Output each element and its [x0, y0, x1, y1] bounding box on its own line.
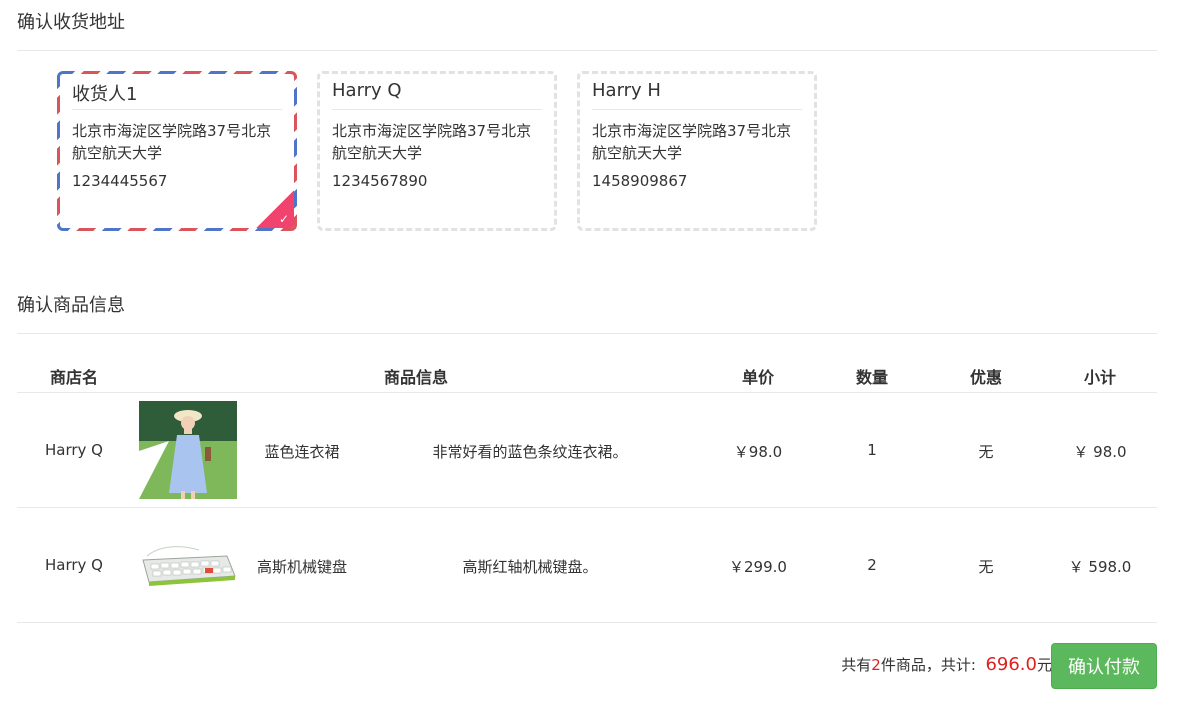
row-subtotal: ￥ 98.0 [1073, 443, 1127, 461]
row-discount: 无 [978, 558, 994, 576]
address-text: 北京市海淀区学院路37号北京航空航天大学 [332, 122, 532, 162]
header-qty: 数量 [855, 368, 888, 387]
divider [17, 392, 1157, 393]
divider [72, 109, 282, 110]
row-subtotal: ￥ 598.0 [1068, 558, 1132, 576]
row-qty: 1 [867, 441, 877, 459]
address-name: 收货人1 [72, 84, 138, 105]
divider [17, 333, 1157, 334]
summary-middle: 件商品，共计: [880, 656, 976, 674]
address-text: 北京市海淀区学院路37号北京航空航天大学 [72, 122, 272, 162]
check-icon: ✓ [278, 212, 289, 226]
total-amount: 696.0 [985, 654, 1037, 675]
goods-section-title: 确认商品信息 [17, 295, 125, 316]
address-phone: 1234445567 [72, 172, 168, 190]
row-price: ￥98.0 [733, 443, 783, 461]
address-card-2[interactable]: Harry Q 北京市海淀区学院路37号北京航空航天大学 1234567890 [317, 71, 557, 231]
row-qty: 2 [867, 556, 877, 574]
row-discount: 无 [978, 443, 994, 461]
header-discount: 优惠 [969, 368, 1002, 387]
address-text: 北京市海淀区学院路37号北京航空航天大学 [592, 122, 792, 162]
keyboard-image[interactable] [139, 516, 237, 614]
header-shop: 商店名 [49, 368, 98, 387]
row-product-name[interactable]: 高斯机械键盘 [247, 556, 357, 577]
divider [17, 507, 1157, 508]
row-product-name[interactable]: 蓝色连衣裙 [247, 441, 357, 462]
address-card-3[interactable]: Harry H 北京市海淀区学院路37号北京航空航天大学 1458909867 [577, 71, 817, 231]
divider [332, 109, 542, 110]
address-section-title: 确认收货地址 [17, 12, 125, 33]
address-phone: 1234567890 [332, 172, 428, 190]
summary-prefix: 共有 [841, 656, 872, 674]
header-price: 单价 [741, 368, 774, 387]
divider [17, 50, 1157, 51]
confirm-pay-button[interactable]: 确认付款 [1051, 643, 1157, 689]
dress-image[interactable] [139, 401, 237, 499]
row-shop: Harry Q [45, 556, 103, 574]
row-product-desc: 非常好看的蓝色条纹连衣裙。 [432, 443, 628, 461]
address-name: Harry H [592, 80, 661, 101]
row-product-desc: 高斯红轴机械键盘。 [462, 558, 598, 576]
order-summary: 共有2件商品，共计: 696.0元 [841, 654, 1052, 675]
item-count: 2 [871, 656, 881, 674]
row-price: ￥299.0 [729, 558, 787, 576]
row-shop: Harry Q [45, 441, 103, 459]
currency-unit: 元 [1036, 656, 1052, 674]
divider [592, 109, 802, 110]
address-phone: 1458909867 [592, 172, 688, 190]
address-name: Harry Q [332, 80, 402, 101]
header-info: 商品信息 [383, 368, 448, 387]
divider [17, 622, 1157, 623]
header-subtotal: 小计 [1083, 368, 1116, 387]
address-card-1[interactable]: 收货人1 北京市海淀区学院路37号北京航空航天大学 1234445567 ✓ [57, 71, 297, 231]
